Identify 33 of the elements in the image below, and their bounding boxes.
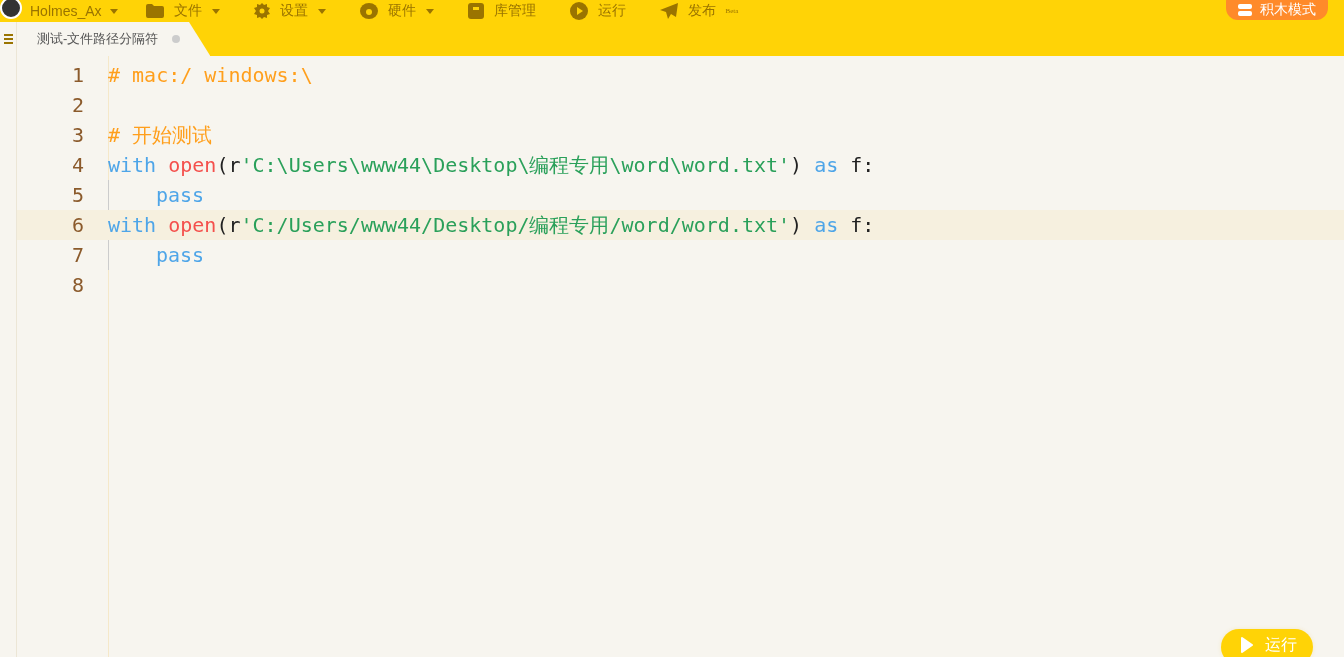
gear-icon bbox=[253, 3, 270, 19]
code-line: # 开始测试 bbox=[108, 122, 213, 149]
box-icon bbox=[467, 3, 484, 19]
menu-item[interactable]: 库管理 bbox=[467, 2, 536, 20]
code-line: # mac:/ windows:\ bbox=[108, 62, 313, 89]
code-line: with open(r'C:/Users/www44/Desktop/编程专用/word/word.txt') as f: bbox=[108, 212, 875, 239]
chip-icon bbox=[359, 3, 378, 19]
file-tab[interactable]: 测试-文件路径分隔符 bbox=[17, 22, 211, 56]
menu-item[interactable]: 文件 bbox=[145, 2, 220, 20]
avatar[interactable] bbox=[0, 0, 22, 19]
line-number: 3 bbox=[70, 123, 85, 147]
caret-icon bbox=[109, 8, 118, 14]
unsaved-dot bbox=[172, 35, 181, 43]
paper-plane-icon bbox=[659, 3, 678, 19]
line-number: 6 bbox=[70, 213, 85, 237]
code-line: with open(r'C:\Users\www44\Desktop\编程专用\word\word.txt') as f: bbox=[108, 152, 875, 179]
menu-item[interactable]: 硬件 bbox=[359, 2, 434, 20]
code-line: pass bbox=[156, 182, 205, 209]
sidebar-toggle-icon[interactable] bbox=[3, 34, 13, 44]
user-name[interactable]: Holmes_Ax bbox=[30, 3, 102, 19]
line-number: 7 bbox=[70, 243, 85, 267]
line-number: 2 bbox=[70, 93, 85, 117]
line-number: 1 bbox=[70, 63, 85, 87]
blocks-icon bbox=[1238, 4, 1252, 16]
line-number: 4 bbox=[70, 153, 85, 177]
code-line: pass bbox=[156, 242, 205, 269]
line-number: 5 bbox=[70, 183, 85, 207]
menu-item[interactable]: 设置 bbox=[253, 2, 326, 20]
play-icon bbox=[1241, 637, 1253, 653]
block-mode-button[interactable]: 积木模式 bbox=[1226, 0, 1328, 20]
folder-icon bbox=[145, 4, 164, 18]
menu-item[interactable]: 运行 bbox=[569, 2, 626, 20]
line-number: 8 bbox=[70, 273, 85, 297]
